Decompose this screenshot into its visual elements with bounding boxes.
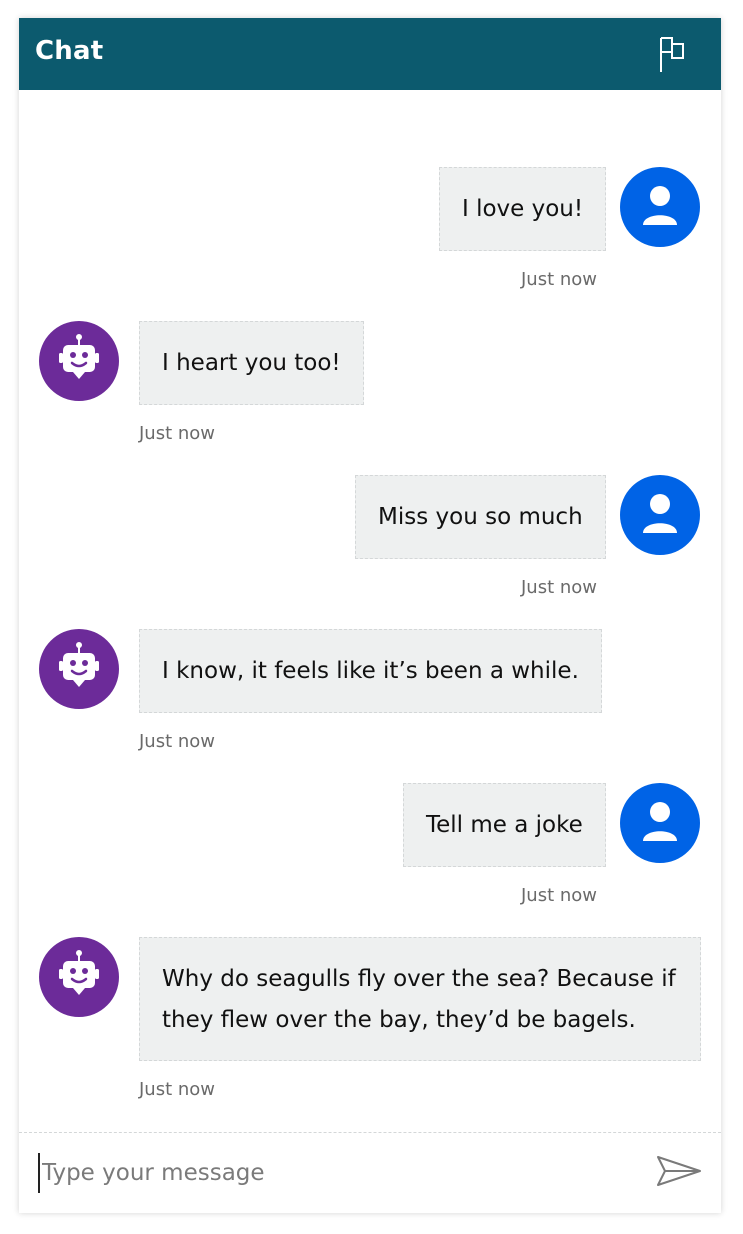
user-avatar bbox=[620, 475, 700, 555]
bot-avatar bbox=[39, 629, 119, 709]
robot-icon bbox=[59, 334, 99, 379]
chat-header: Chat bbox=[19, 18, 721, 90]
send-icon[interactable] bbox=[655, 1153, 703, 1189]
flag-icon[interactable] bbox=[655, 34, 693, 74]
message-bubble: I heart you too! bbox=[139, 321, 364, 405]
message-bubble: I know, it feels like it’s been a while. bbox=[139, 629, 602, 713]
user-icon bbox=[643, 802, 677, 841]
message-timestamp: Just now bbox=[139, 1079, 216, 1100]
message-timestamp: Just now bbox=[139, 731, 216, 752]
user-avatar bbox=[620, 167, 700, 247]
user-icon bbox=[643, 494, 677, 533]
message-bubble: Tell me a joke bbox=[403, 783, 606, 867]
message-bubble: I love you! bbox=[439, 167, 607, 251]
message-input[interactable] bbox=[38, 1153, 622, 1193]
bot-avatar bbox=[39, 321, 119, 401]
message-bubble: Why do seagulls fly over the sea? Becaus… bbox=[139, 937, 701, 1061]
user-avatar bbox=[620, 783, 700, 863]
chat-window: Chat I love you! Just now I heart you to… bbox=[19, 18, 721, 1213]
message-timestamp: Just now bbox=[521, 577, 598, 598]
composer bbox=[19, 1132, 721, 1213]
message-timestamp: Just now bbox=[521, 269, 598, 290]
header-title: Chat bbox=[35, 36, 104, 66]
message-timestamp: Just now bbox=[139, 423, 216, 444]
bot-avatar bbox=[39, 937, 119, 1017]
robot-icon bbox=[59, 950, 99, 995]
robot-icon bbox=[59, 642, 99, 687]
user-icon bbox=[643, 186, 677, 225]
message-bubble: Miss you so much bbox=[355, 475, 606, 559]
message-timestamp: Just now bbox=[521, 885, 598, 906]
